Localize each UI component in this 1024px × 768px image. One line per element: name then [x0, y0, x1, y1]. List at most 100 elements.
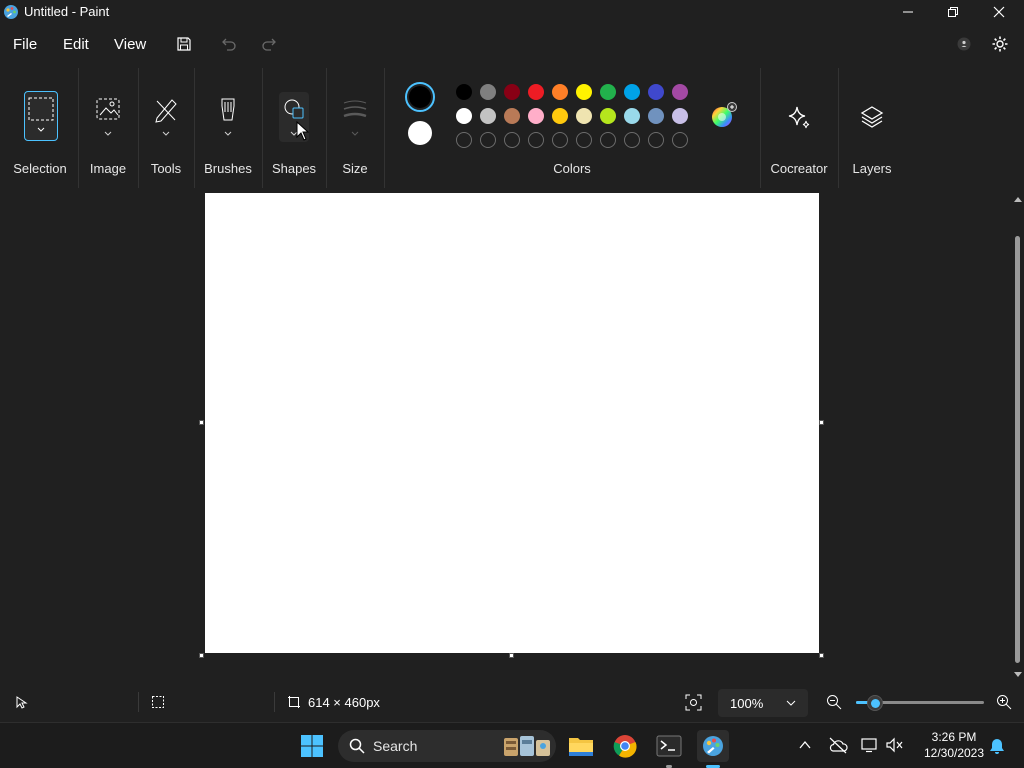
taskbar-search[interactable]: Search [338, 730, 556, 762]
volume-muted-icon[interactable] [885, 737, 905, 753]
close-icon [993, 6, 1005, 18]
color-swatch[interactable] [600, 84, 616, 100]
color-swatch[interactable] [648, 84, 664, 100]
scroll-up-icon[interactable] [1014, 196, 1022, 204]
custom-color-slot[interactable] [648, 132, 664, 148]
color-swatch[interactable] [480, 84, 496, 100]
save-button[interactable] [171, 31, 197, 57]
secondary-color-button[interactable] [408, 121, 432, 145]
custom-color-slot[interactable] [600, 132, 616, 148]
resize-handle-bottom[interactable] [509, 653, 514, 658]
network-icon[interactable] [860, 737, 878, 753]
resize-handle-bottom-left[interactable] [199, 653, 204, 658]
size-button[interactable] [340, 94, 370, 140]
brushes-button[interactable] [212, 94, 244, 140]
color-swatch[interactable] [504, 84, 520, 100]
notification-bell-icon[interactable] [988, 737, 1006, 755]
taskbar-terminal[interactable] [653, 730, 685, 768]
layers-button[interactable] [857, 102, 887, 132]
tools-label: Tools [150, 161, 182, 176]
zoom-dropdown[interactable]: 100% [718, 689, 808, 717]
custom-color-slot[interactable] [672, 132, 688, 148]
undo-button[interactable] [216, 31, 242, 57]
vertical-scrollbar[interactable] [1012, 192, 1024, 682]
taskbar-chrome[interactable] [609, 730, 641, 762]
custom-color-slot[interactable] [528, 132, 544, 148]
menu-file[interactable]: File [13, 36, 37, 53]
color-swatch[interactable] [504, 108, 520, 124]
color-swatch[interactable] [528, 108, 544, 124]
custom-color-slot[interactable] [576, 132, 592, 148]
custom-color-slot[interactable] [456, 132, 472, 148]
custom-color-slot[interactable] [504, 132, 520, 148]
custom-color-slot[interactable] [624, 132, 640, 148]
color-swatch[interactable] [672, 108, 688, 124]
brush-icon [221, 98, 235, 136]
color-swatch[interactable] [456, 84, 472, 100]
onedrive-icon[interactable] [828, 736, 848, 754]
scrollbar-thumb[interactable] [1015, 236, 1020, 663]
status-bar: 614 × 460px 100% [0, 682, 1024, 722]
color-swatch[interactable] [552, 108, 568, 124]
cocreator-button[interactable] [784, 102, 814, 132]
mouse-cursor-icon [296, 121, 310, 141]
primary-color-button[interactable] [405, 82, 435, 112]
zoom-in-icon[interactable] [996, 694, 1012, 710]
primary-color-swatch [409, 86, 431, 108]
color-swatch[interactable] [456, 108, 472, 124]
canvas-size-text: 614 × 460px [308, 695, 380, 710]
taskbar-paint[interactable] [697, 730, 729, 768]
chevron-down-icon [786, 700, 796, 706]
drawing-canvas[interactable] [205, 193, 819, 653]
zoom-slider-knob[interactable] [867, 695, 884, 711]
resize-handle-left[interactable] [199, 420, 204, 425]
resize-handle-right[interactable] [819, 420, 824, 425]
chevron-up-icon[interactable] [799, 740, 811, 750]
custom-color-slot[interactable] [552, 132, 568, 148]
custom-color-slot[interactable] [480, 132, 496, 148]
zoom-out-icon[interactable] [826, 694, 842, 710]
color-swatch[interactable] [576, 108, 592, 124]
window-title: Untitled - Paint [24, 4, 110, 19]
color-swatch[interactable] [480, 108, 496, 124]
selection-size-icon [152, 696, 164, 708]
canvas-workspace [0, 192, 1024, 682]
image-group: Image [80, 64, 136, 192]
edit-colors-button[interactable] [710, 101, 738, 129]
minimize-button[interactable] [885, 0, 931, 24]
color-swatch[interactable] [600, 108, 616, 124]
close-button[interactable] [976, 0, 1022, 24]
start-button[interactable] [296, 730, 328, 762]
taskbar-file-explorer[interactable] [565, 730, 597, 762]
color-swatch[interactable] [528, 84, 544, 100]
color-swatch[interactable] [552, 84, 568, 100]
color-swatch[interactable] [576, 84, 592, 100]
account-button[interactable] [951, 31, 977, 57]
layers-icon [860, 106, 884, 128]
selection-button[interactable] [24, 91, 58, 141]
minimize-icon [903, 11, 913, 13]
redo-button[interactable] [256, 31, 282, 57]
settings-button[interactable] [987, 31, 1013, 57]
folder-icon [569, 738, 593, 756]
pencil-icon [155, 99, 177, 136]
terminal-icon [656, 735, 682, 757]
menu-view[interactable]: View [114, 36, 146, 53]
canvas-size-icon [288, 696, 300, 708]
clock-time: 3:26 PM [931, 730, 977, 744]
resize-handle-bottom-right[interactable] [819, 653, 824, 658]
color-swatch[interactable] [672, 84, 688, 100]
color-swatch[interactable] [648, 108, 664, 124]
color-swatch[interactable] [624, 108, 640, 124]
menu-edit[interactable]: Edit [63, 36, 89, 53]
tools-button[interactable] [150, 94, 182, 140]
rect-select-icon [28, 97, 54, 132]
image-button[interactable] [92, 94, 124, 140]
restore-button[interactable] [930, 0, 976, 24]
color-swatch[interactable] [624, 84, 640, 100]
brushes-group: Brushes [194, 64, 262, 192]
clock[interactable]: 3:26 PM 12/30/2023 [912, 729, 996, 761]
scroll-down-icon[interactable] [1014, 670, 1022, 678]
fit-to-window-icon[interactable] [685, 694, 702, 711]
size-group: Size [326, 64, 384, 192]
